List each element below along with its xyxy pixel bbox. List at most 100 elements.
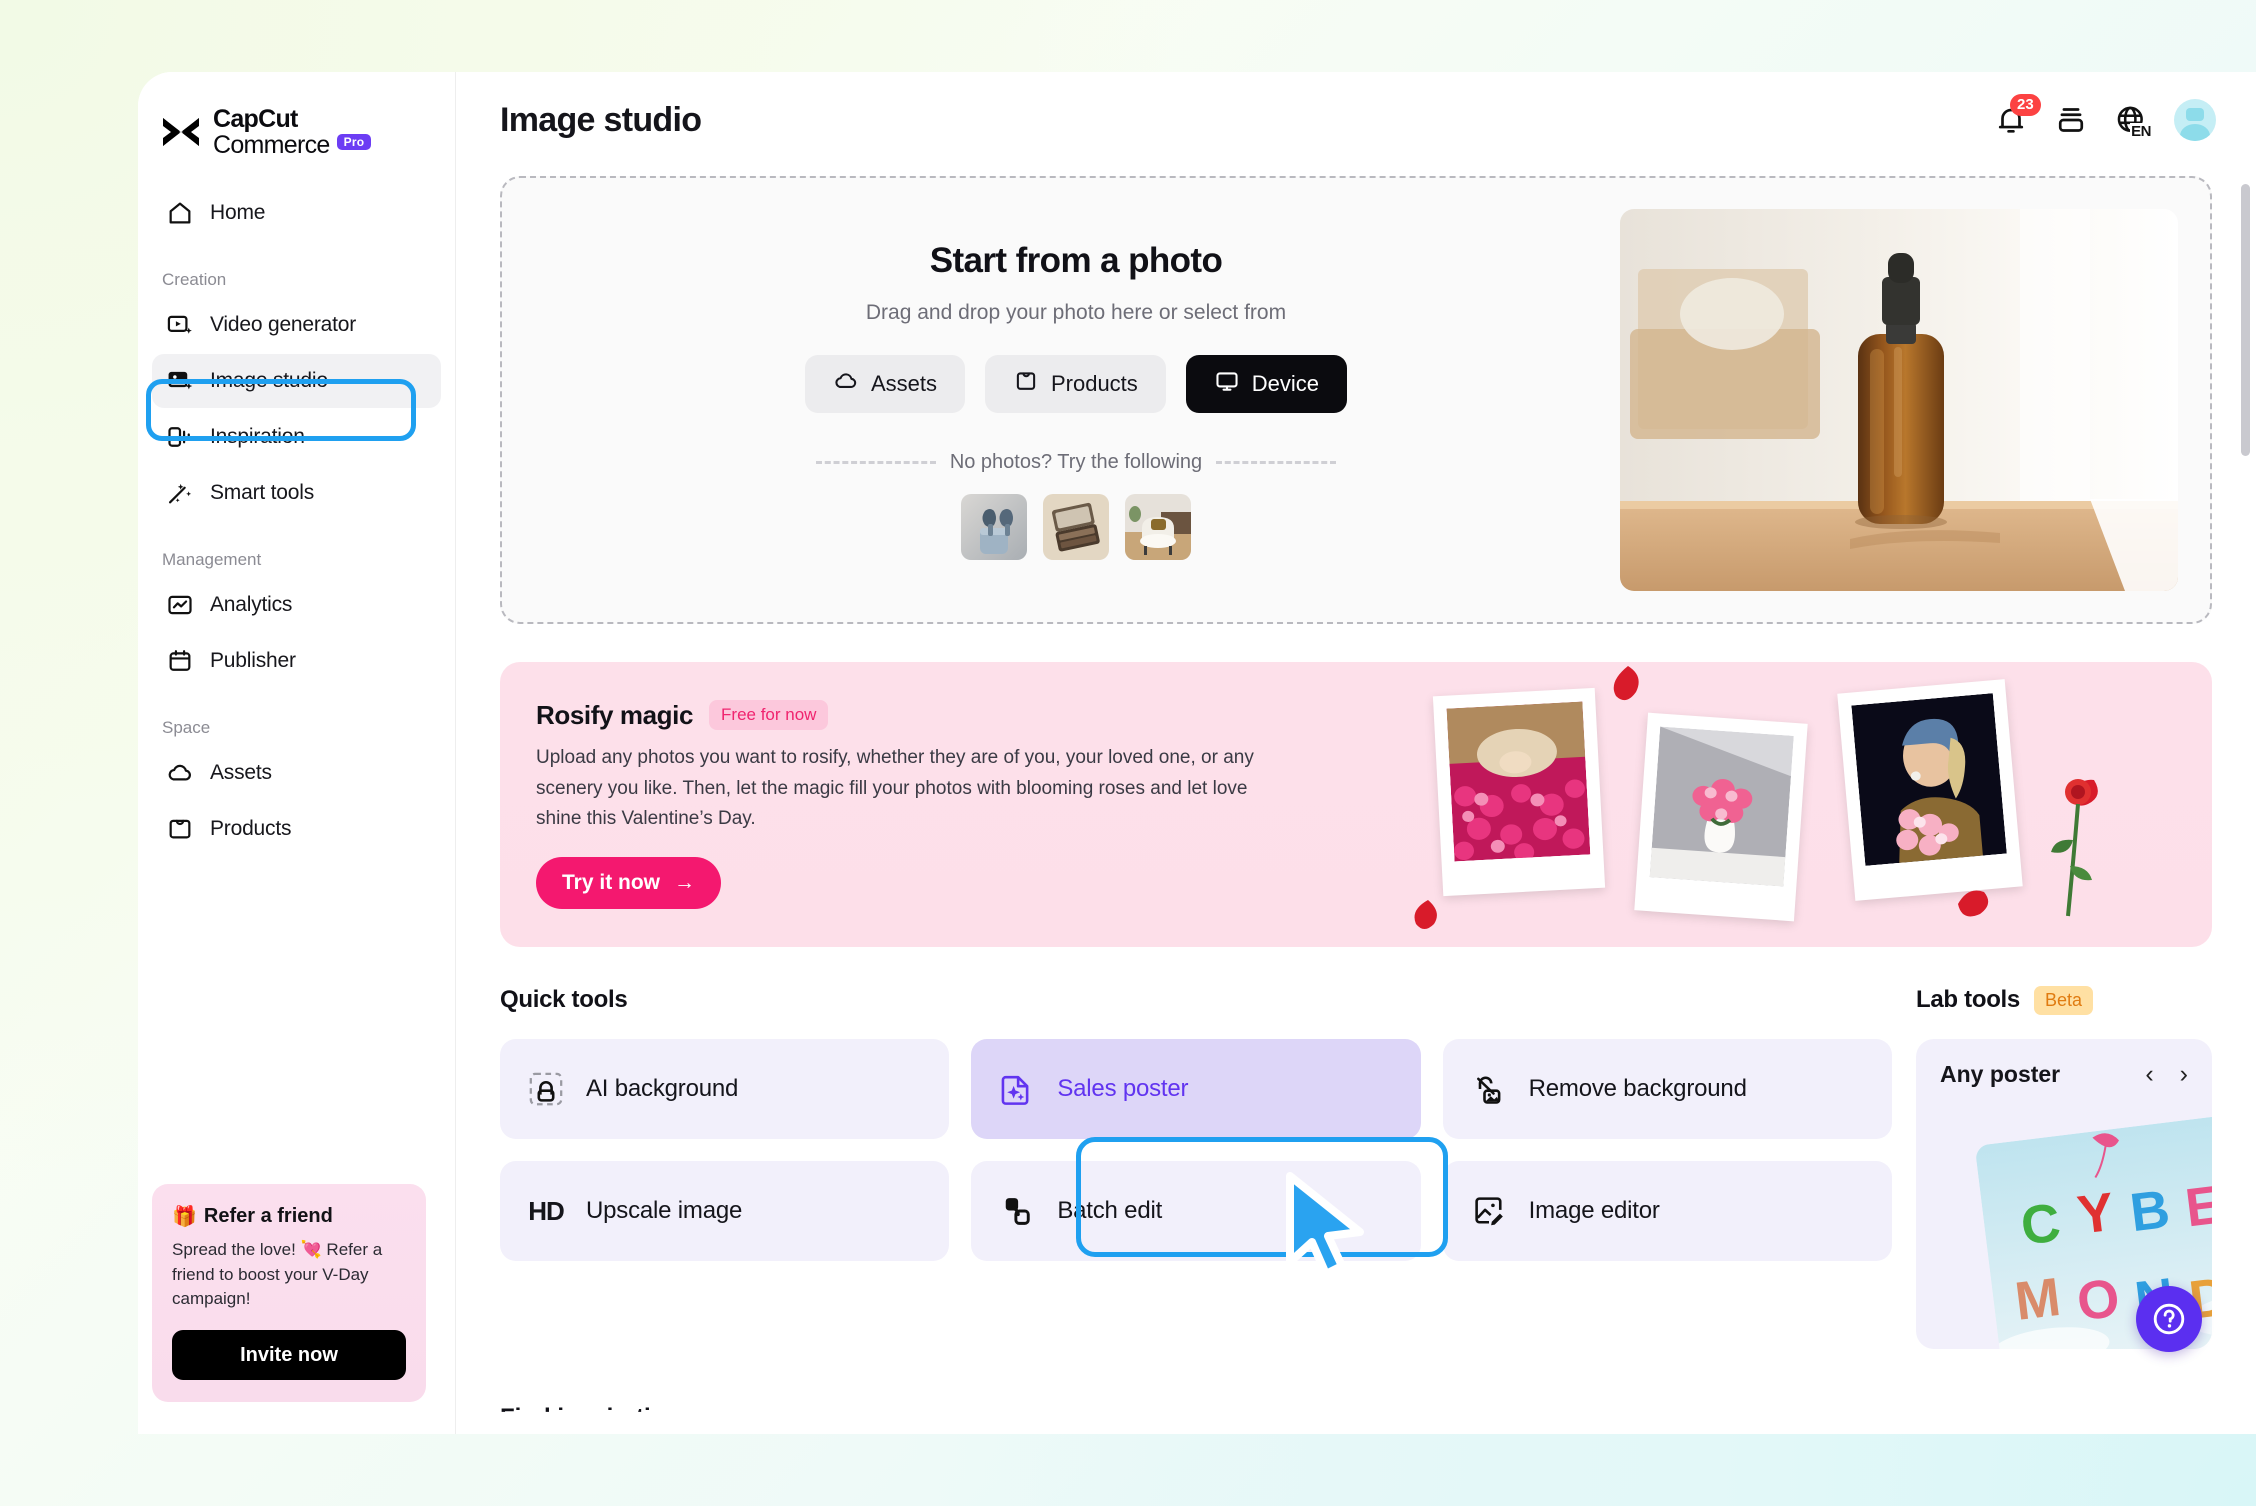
svg-text:M: M <box>2012 1267 2064 1332</box>
capcut-logo-icon <box>160 114 202 150</box>
page-title: Image studio <box>500 100 702 139</box>
avatar[interactable] <box>2174 99 2216 141</box>
notification-badge: 23 <box>2010 94 2041 116</box>
invite-now-button[interactable]: Invite now <box>172 1330 406 1380</box>
upload-subtitle: Drag and drop your photo here or select … <box>865 300 1287 324</box>
tools-row: Quick tools AI background Sales poster R… <box>500 983 2212 1349</box>
polaroid-woman-in-roses <box>1432 687 1606 897</box>
sidebar-item-products[interactable]: Products <box>152 802 441 856</box>
tool-card-remove-background[interactable]: Remove background <box>1442 1039 1892 1139</box>
cloud-icon <box>166 759 194 787</box>
sidebar-item-inspiration[interactable]: Inspiration <box>152 410 441 464</box>
tool-card-batch-edit[interactable]: Batch edit <box>971 1161 1421 1261</box>
top-bar: Image studio 23 EN <box>456 72 2256 168</box>
rosify-text-column: Rosify magic Free for now Upload any pho… <box>500 700 1260 910</box>
top-bar-actions: 23 EN <box>1994 94 2216 141</box>
image-studio-icon <box>166 367 194 395</box>
sidebar-item-analytics[interactable]: Analytics <box>152 578 441 632</box>
gift-icon: 🎁 <box>172 1206 197 1229</box>
upload-source-buttons: Assets Products Device <box>804 354 1348 413</box>
upload-from-assets-label: Assets <box>870 370 937 396</box>
divider-line-right <box>1216 460 1336 464</box>
refer-card-title: 🎁 Refer a friend <box>172 1204 406 1229</box>
layers-button[interactable] <box>2054 103 2088 137</box>
pro-badge: Pro <box>336 133 372 151</box>
rosify-try-it-now-label: Try it now <box>562 871 661 895</box>
lab-tools-title: Lab tools <box>1916 986 2020 1013</box>
sample-thumbnails <box>961 493 1191 560</box>
upload-left-column: Start from a photo Drag and drop your ph… <box>502 241 1620 560</box>
rosify-description: Upload any photos you want to rosify, wh… <box>536 746 1254 830</box>
home-icon <box>166 199 194 227</box>
sidebar-item-smart-tools[interactable]: Smart tools <box>152 466 441 520</box>
tool-label-ai-background: AI background <box>586 1075 739 1102</box>
makeup-palette-thumbnail[interactable] <box>1043 493 1109 560</box>
app-window: CapCut Commerce Pro Home Creation Video … <box>138 72 2256 1434</box>
sidebar-item-assets[interactable]: Assets <box>152 746 441 800</box>
monitor-icon <box>1214 368 1240 400</box>
upload-from-device-label: Device <box>1251 370 1320 396</box>
sidebar-section-space: Space <box>162 718 211 737</box>
carousel-prev-button[interactable]: ‹ <box>2145 1062 2153 1087</box>
earbuds-thumbnail[interactable] <box>961 493 1027 560</box>
refer-card-body: Spread the love! 💘 Refer a friend to boo… <box>172 1240 383 1309</box>
tool-card-image-editor[interactable]: Image editor <box>1442 1161 1892 1261</box>
sidebar-item-label-video-generator: Video generator <box>210 313 357 336</box>
lab-card-carousel-controls: ‹ › <box>2145 1062 2188 1087</box>
tool-card-ai-background[interactable]: AI background <box>500 1039 950 1139</box>
quick-tools-section: Quick tools AI background Sales poster R… <box>500 983 1892 1349</box>
sample-divider: No photos? Try the following <box>816 451 1336 474</box>
language-button[interactable]: EN <box>2114 103 2152 140</box>
polaroid-girl-with-pearl-earring <box>1837 679 2023 901</box>
tool-card-upscale-image[interactable]: HD Upscale image <box>500 1161 950 1261</box>
remove-background-icon <box>1471 1071 1507 1107</box>
armchair-thumbnail[interactable] <box>1125 493 1191 560</box>
sidebar: CapCut Commerce Pro Home Creation Video … <box>138 72 456 1434</box>
sidebar-item-label-image-studio: Image studio <box>210 369 328 392</box>
vertical-scrollbar[interactable] <box>2241 184 2250 456</box>
sidebar-item-label-inspiration: Inspiration <box>210 425 305 448</box>
rosify-try-it-now-button[interactable]: Try it now → <box>536 857 722 910</box>
rosify-free-badge: Free for now <box>709 700 829 731</box>
inspiration-icon <box>166 423 194 451</box>
upload-dropzone[interactable]: Start from a photo Drag and drop your ph… <box>500 176 2212 624</box>
sidebar-item-label-publisher: Publisher <box>210 649 296 672</box>
sidebar-item-home[interactable]: Home <box>152 186 441 240</box>
rosify-polaroid-collage <box>1414 662 2186 947</box>
rose-petal-decoration <box>1958 890 1989 917</box>
sidebar-item-label-assets: Assets <box>210 761 272 784</box>
rosify-magic-banner: Rosify magic Free for now Upload any pho… <box>500 662 2212 947</box>
lab-tools-heading: Lab tools Beta <box>1916 983 2212 1017</box>
logo-line-2: Commerce <box>213 131 330 159</box>
tool-label-sales-poster: Sales poster <box>1057 1075 1189 1102</box>
sidebar-item-label-products: Products <box>210 817 292 840</box>
sidebar-item-video-generator[interactable]: Video generator <box>152 298 441 352</box>
tool-label-batch-edit: Batch edit <box>1057 1197 1163 1224</box>
tool-card-sales-poster[interactable]: Sales poster <box>971 1039 1421 1139</box>
carousel-next-button[interactable]: › <box>2180 1062 2188 1087</box>
main-content: Image studio 23 EN Start from a photo Dr… <box>456 72 2256 1434</box>
tool-label-image-editor: Image editor <box>1528 1197 1660 1224</box>
help-button[interactable] <box>2136 1286 2202 1352</box>
upload-title: Start from a photo <box>929 240 1223 280</box>
video-generator-icon <box>166 311 194 339</box>
rose-petal-decoration <box>1414 900 1437 929</box>
sidebar-item-label-analytics: Analytics <box>210 593 293 616</box>
lab-card-title: Any poster <box>1940 1061 2061 1087</box>
sales-poster-icon <box>999 1071 1035 1107</box>
upload-from-device-button[interactable]: Device <box>1185 354 1348 413</box>
analytics-icon <box>166 591 194 619</box>
sidebar-section-management: Management <box>162 550 262 569</box>
tool-label-upscale-image: Upscale image <box>586 1197 743 1224</box>
sidebar-item-publisher[interactable]: Publisher <box>152 634 441 688</box>
app-logo[interactable]: CapCut Commerce Pro <box>138 106 455 158</box>
batch-edit-icon <box>999 1193 1035 1229</box>
bag-icon <box>166 815 194 843</box>
upload-from-assets-button[interactable]: Assets <box>804 354 965 413</box>
divider-text: No photos? Try the following <box>949 450 1203 473</box>
bag-icon <box>1013 368 1039 400</box>
scroll-area: Start from a photo Drag and drop your ph… <box>456 168 2256 1434</box>
notifications-button[interactable]: 23 <box>1994 94 2041 137</box>
upload-from-products-button[interactable]: Products <box>984 354 1166 413</box>
sidebar-item-image-studio[interactable]: Image studio <box>152 354 441 408</box>
